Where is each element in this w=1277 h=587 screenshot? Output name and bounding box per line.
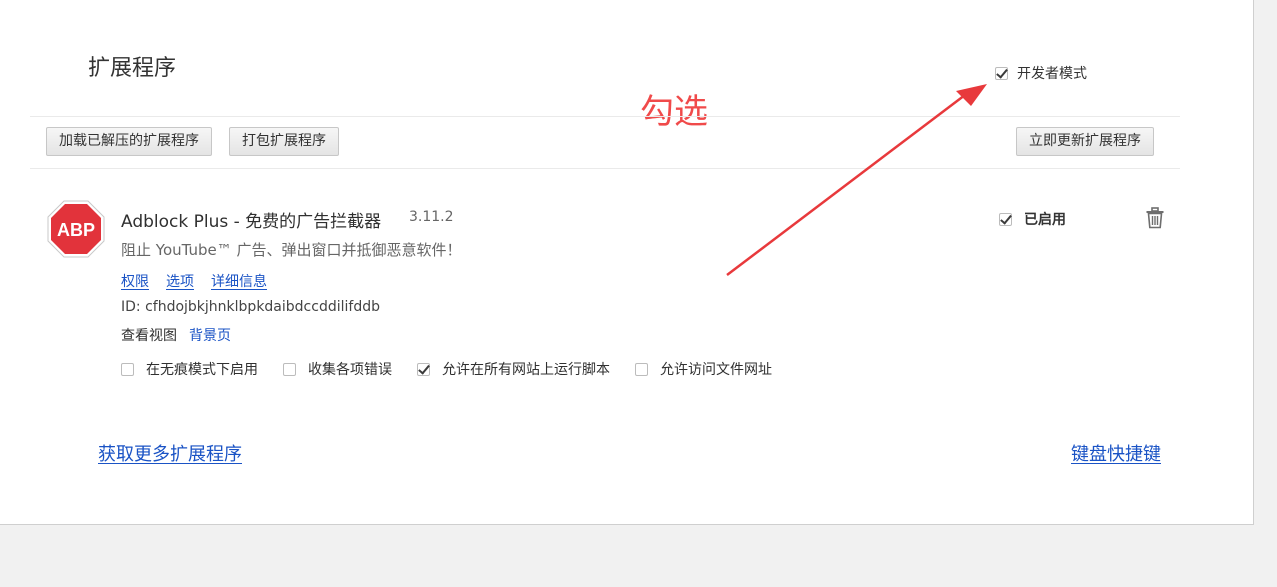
extension-version: 3.11.2	[409, 209, 454, 225]
details-link[interactable]: 详细信息	[211, 271, 267, 291]
option-all-sites[interactable]: 允许在所有网站上运行脚本	[417, 359, 610, 379]
background-page-link[interactable]: 背景页	[189, 325, 231, 345]
pack-extension-button[interactable]: 打包扩展程序	[229, 127, 339, 156]
all-sites-checkbox[interactable]	[417, 362, 430, 376]
file-urls-checkbox[interactable]	[635, 362, 648, 376]
extension-links: 权限 选项 详细信息	[121, 271, 267, 291]
permissions-link[interactable]: 权限	[121, 271, 149, 291]
get-more-extensions-link[interactable]: 获取更多扩展程序	[98, 440, 242, 466]
inspect-views: 查看视图 背景页	[121, 325, 231, 345]
developer-mode-checkbox[interactable]	[995, 66, 1008, 80]
keyboard-shortcuts-link[interactable]: 键盘快捷键	[1071, 440, 1161, 466]
extension-description: 阻止 YouTube™ 广告、弹出窗口并抵御恶意软件！	[121, 241, 462, 259]
all-sites-label: 允许在所有网站上运行脚本	[442, 362, 610, 378]
developer-mode-toggle[interactable]: 开发者模式	[995, 63, 1087, 83]
incognito-label: 在无痕模式下启用	[146, 362, 258, 378]
extension-id: ID: cfhdojbkjhnklbpkdaibdccddilifddb	[121, 299, 380, 315]
collect-errors-checkbox[interactable]	[283, 362, 296, 376]
option-file-urls[interactable]: 允许访问文件网址	[635, 359, 772, 379]
page-title: 扩展程序	[88, 56, 177, 81]
enabled-label: 已启用	[1024, 212, 1066, 228]
collect-errors-label: 收集各项错误	[308, 362, 392, 378]
inspect-views-label: 查看视图	[121, 328, 177, 344]
update-extensions-button[interactable]: 立即更新扩展程序	[1016, 127, 1154, 156]
options-link[interactable]: 选项	[166, 271, 194, 291]
extensions-panel: 扩展程序 开发者模式 勾选 加载已解压的扩展程序 打包扩展程序 立即更新扩展程序…	[0, 0, 1254, 525]
option-incognito[interactable]: 在无痕模式下启用	[121, 359, 258, 379]
option-collect-errors[interactable]: 收集各项错误	[283, 359, 392, 379]
adblock-plus-icon: ABP	[47, 200, 105, 258]
extension-name: Adblock Plus - 免费的广告拦截器	[121, 212, 382, 232]
trash-icon[interactable]	[1145, 207, 1165, 229]
enabled-toggle[interactable]: 已启用	[999, 209, 1066, 229]
abp-icon-text: ABP	[57, 220, 95, 240]
enabled-checkbox[interactable]	[999, 212, 1012, 226]
file-urls-label: 允许访问文件网址	[660, 362, 772, 378]
annotation-text: 勾选	[640, 92, 708, 132]
incognito-checkbox[interactable]	[121, 362, 134, 376]
developer-mode-label: 开发者模式	[1017, 66, 1087, 82]
header-divider	[30, 116, 1180, 117]
toolbar-divider	[30, 168, 1180, 169]
load-unpacked-button[interactable]: 加载已解压的扩展程序	[46, 127, 212, 156]
extension-options: 在无痕模式下启用 收集各项错误 允许在所有网站上运行脚本 允许访问文件网址	[121, 359, 797, 379]
